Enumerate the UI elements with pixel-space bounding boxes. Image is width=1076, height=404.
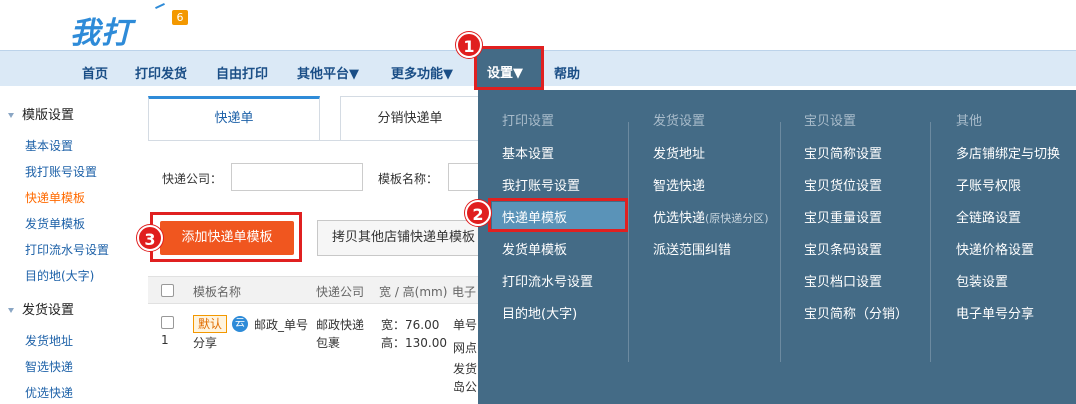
callout-badge-2: 2 (465, 200, 491, 226)
nav-help[interactable]: 帮助 (554, 63, 580, 82)
menu-item-product-location[interactable]: 宝贝货位设置 (804, 175, 882, 194)
sidebar-item-invoice-template[interactable]: 发货单模板 (25, 215, 85, 232)
menu-column-divider (930, 122, 931, 362)
menu-item-account-settings[interactable]: 我打账号设置 (502, 175, 580, 194)
width-value: 宽：76.00 (381, 318, 440, 332)
menu-item-product-alias-dist[interactable]: 宝贝简称（分销） (804, 303, 908, 322)
callout-badge-3: 3 (137, 225, 163, 251)
menu-item-product-weight[interactable]: 宝贝重量设置 (804, 207, 882, 226)
menu-item-serial-number[interactable]: 打印流水号设置 (502, 271, 593, 290)
sidebar-section-shipping-settings[interactable]: 发货设置 (8, 299, 74, 318)
sidebar-item-preferred-express[interactable]: 优选快递 (25, 384, 73, 401)
menu-item-express-price[interactable]: 快递价格设置 (956, 239, 1034, 258)
company-line2: 包裹 (316, 336, 341, 350)
menu-item-preferred-express[interactable]: 优选快递(原快递分区) (653, 207, 769, 226)
electronic-line3: 发货 (453, 362, 478, 376)
menu-heading-product: 宝贝设置 (804, 114, 857, 129)
sidebar-item-destination[interactable]: 目的地(大字) (25, 267, 94, 284)
column-size: 宽 / 高(mm) (379, 285, 448, 299)
menu-item-ship-address[interactable]: 发货地址 (653, 143, 705, 162)
nav-home[interactable]: 首页 (82, 63, 108, 82)
default-tag: 默认 (193, 315, 228, 333)
menu-heading-other: 其他 (956, 114, 983, 129)
menu-item-basic-settings[interactable]: 基本设置 (502, 143, 554, 162)
tab-distribution-sheet[interactable]: 分销快递单 (340, 96, 480, 140)
company-filter-input[interactable] (231, 163, 363, 191)
menu-column-divider (780, 122, 781, 362)
nav-other-platforms[interactable]: 其他平台▼ (297, 63, 359, 82)
row-index: 1 (161, 333, 169, 347)
sidebar-item-express-template[interactable]: 快递单模板 (25, 189, 85, 206)
menu-item-full-link[interactable]: 全链路设置 (956, 207, 1021, 226)
app-logo[interactable]: 我打 (70, 8, 132, 52)
sidebar-item-basic-settings[interactable]: 基本设置 (25, 137, 73, 154)
menu-item-product-alias[interactable]: 宝贝简称设置 (804, 143, 882, 162)
menu-item-smart-express[interactable]: 智选快递 (653, 175, 705, 194)
copy-other-store-template-button[interactable]: 拷贝其他店铺快递单模板 (317, 220, 487, 256)
menu-item-packaging[interactable]: 包装设置 (956, 271, 1008, 290)
tab-divider (148, 140, 478, 141)
collapse-triangle-icon (8, 308, 14, 313)
sidebar-item-ship-address[interactable]: 发货地址 (25, 332, 73, 349)
collapse-triangle-icon (8, 113, 14, 118)
company-filter-label: 快递公司： (162, 172, 223, 186)
menu-item-destination[interactable]: 目的地(大字) (502, 303, 577, 322)
menu-item-invoice-template[interactable]: 发货单模板 (502, 239, 567, 258)
electronic-line4: 岛公 (453, 380, 478, 394)
height-value: 高：130.00 (381, 336, 447, 350)
menu-item-sub-account[interactable]: 子账号权限 (956, 175, 1021, 194)
nav-print-ship[interactable]: 打印发货 (135, 63, 187, 82)
sidebar-item-account-settings[interactable]: 我打账号设置 (25, 163, 97, 180)
select-all-checkbox[interactable] (161, 284, 174, 297)
version-badge: 6 (172, 10, 188, 25)
template-name-line2: 分享 (193, 336, 218, 350)
menu-item-multi-store[interactable]: 多店铺绑定与切换 (956, 143, 1060, 162)
electronic-line1: 单号 (453, 318, 478, 332)
menu-item-product-stall[interactable]: 宝贝档口设置 (804, 271, 882, 290)
column-electronic: 电子 (452, 285, 477, 299)
callout-badge-1: 1 (456, 32, 482, 58)
company-line1: 邮政快递 (316, 318, 365, 332)
add-express-template-button[interactable]: 添加快递单模板 (160, 221, 294, 255)
sidebar-item-serial-number[interactable]: 打印流水号设置 (25, 241, 109, 258)
left-sidebar: 模版设置 基本设置 我打账号设置 快递单模板 发货单模板 打印流水号设置 目的地… (0, 96, 146, 404)
sidebar-section-template-settings[interactable]: 模版设置 (8, 104, 74, 123)
nav-settings-highlighted[interactable]: 设置▼ (474, 46, 544, 90)
nav-free-print[interactable]: 自由打印 (216, 63, 268, 82)
menu-item-delivery-range[interactable]: 派送范围纠错 (653, 239, 731, 258)
menu-heading-print: 打印设置 (502, 114, 555, 129)
tab-bar: 快递单 分销快递单 (148, 96, 480, 140)
column-template-name: 模板名称 (193, 285, 242, 299)
electronic-line2: 网点 (453, 341, 478, 355)
table-header: 模板名称 快递公司 宽 / 高(mm) 电子 (148, 276, 478, 304)
logo-accent-mark (155, 2, 165, 10)
menu-item-e-number-share[interactable]: 电子单号分享 (956, 303, 1034, 322)
template-name-input[interactable] (448, 163, 478, 191)
tab-express-sheet[interactable]: 快递单 (148, 96, 320, 140)
column-express-company: 快递公司 (316, 285, 365, 299)
row-checkbox[interactable] (161, 316, 174, 329)
sidebar-item-smart-express[interactable]: 智选快递 (25, 358, 73, 375)
settings-dropdown-menu: 打印设置 基本设置 我打账号设置 快递单模板 发货单模板 打印流水号设置 目的地… (478, 90, 1076, 404)
menu-item-highlight-box (488, 198, 628, 232)
cloud-icon: 云 (232, 316, 248, 332)
menu-heading-shipping: 发货设置 (653, 114, 706, 129)
menu-item-note: (原快递分区) (705, 212, 769, 225)
menu-column-divider (628, 122, 629, 362)
template-name-label: 模板名称： (378, 172, 439, 186)
template-name-line1[interactable]: 邮政_单号 (254, 316, 308, 333)
nav-settings-label: 设置▼ (487, 66, 523, 81)
nav-more-features[interactable]: 更多功能▼ (391, 63, 453, 82)
menu-item-product-barcode[interactable]: 宝贝条码设置 (804, 239, 882, 258)
